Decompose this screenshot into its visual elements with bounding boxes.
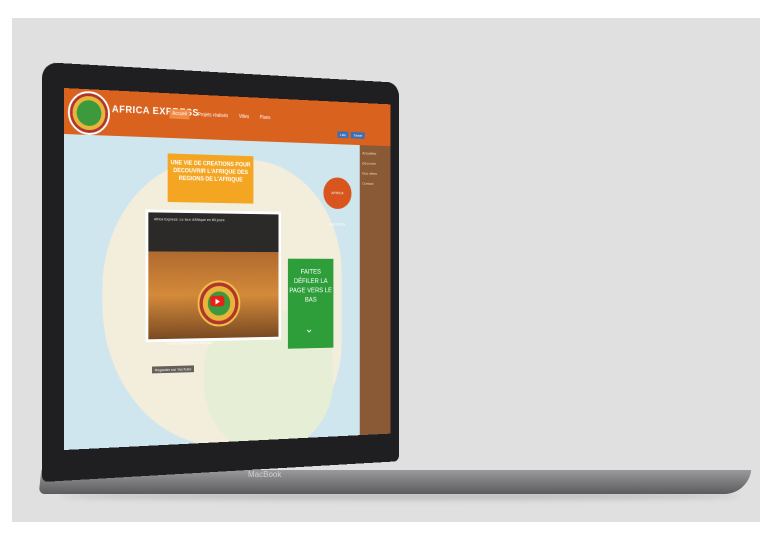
watch-on-youtube-button[interactable]: Regarder sur YouTube xyxy=(152,365,194,373)
device-label: MacBook xyxy=(248,470,281,479)
tweet-button[interactable]: Tweet xyxy=(351,132,365,139)
sidebar-item-contact[interactable]: Contact xyxy=(362,181,388,186)
video-caption: Un tour d'Afrique en 80 jours xyxy=(167,340,213,346)
nav-item-plans[interactable]: Plans xyxy=(257,113,273,123)
video-thumbnail[interactable]: Un tour d'Afrique en 80 jours Regarder s… xyxy=(148,251,278,339)
nav-item-villes[interactable]: Villes xyxy=(236,112,252,122)
play-icon[interactable] xyxy=(210,296,224,307)
laptop-screen: AFRICA EXPRESS Accueil Projets réalisés … xyxy=(64,88,391,450)
social-buttons: Like Tweet xyxy=(338,131,365,139)
video-title[interactable]: Africa Express: Le tour d'Afrique en 80 … xyxy=(154,216,225,222)
sun-badge: AFRICA EXPRESS xyxy=(323,177,351,209)
like-button[interactable]: Like xyxy=(338,131,349,138)
sidebar-item-actualites[interactable]: Actualités xyxy=(362,151,388,156)
right-sidebar: Actualités Découvrir Nos offres Contact xyxy=(360,145,391,435)
nav-item-projets[interactable]: Projets réalisés xyxy=(195,110,231,121)
laptop: AFRICA EXPRESS Accueil Projets réalisés … xyxy=(0,0,767,537)
intro-banner: UNE VIE DE CREATIONS POUR DECOUVRIR L'AF… xyxy=(168,153,254,203)
chevron-down-icon: ⌄ xyxy=(305,324,313,333)
video-player[interactable]: Africa Express: Le tour d'Afrique en 80 … xyxy=(146,209,281,342)
site-logo[interactable] xyxy=(68,90,110,136)
main-nav: Accueil Projets réalisés Villes Plans xyxy=(169,109,273,123)
nav-item-accueil[interactable]: Accueil xyxy=(169,109,189,120)
sidebar-item-offres[interactable]: Nos offres xyxy=(362,171,388,176)
scroll-cta-text: FAITES DÉFILER LA PAGE VERS LE BAS xyxy=(289,269,331,304)
scroll-cta[interactable]: FAITES DÉFILER LA PAGE VERS LE BAS ⌄ xyxy=(288,259,333,349)
sidebar-item-decouvrir[interactable]: Découvrir xyxy=(362,161,388,166)
